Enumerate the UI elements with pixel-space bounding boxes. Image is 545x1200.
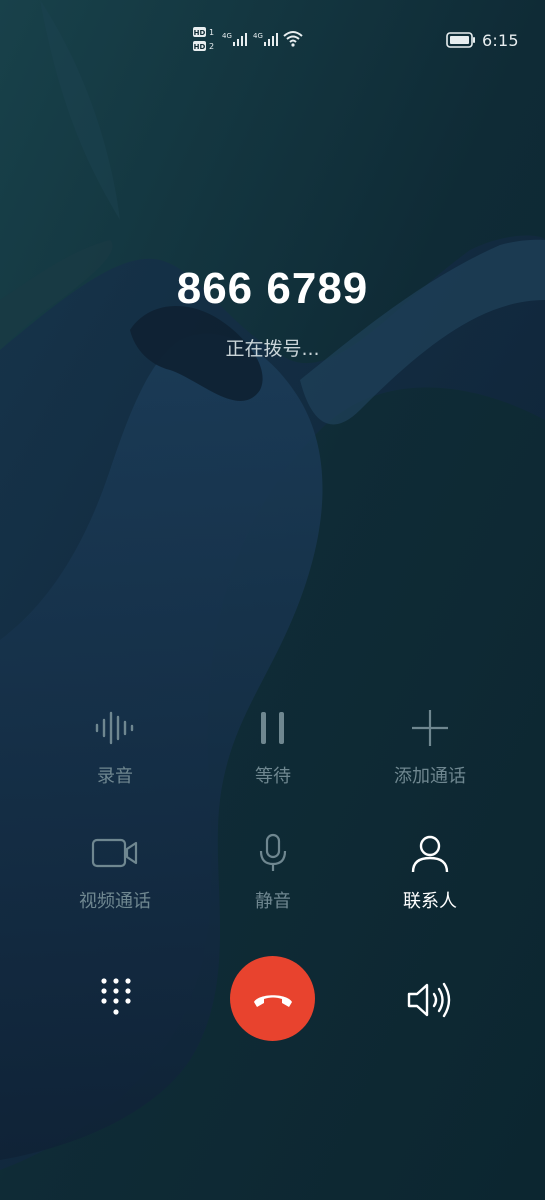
call-status-text: 正在拨号... (225, 338, 320, 360)
contacts-label: 联系人 (403, 891, 457, 912)
speaker-icon (407, 982, 451, 1018)
dialpad-icon (101, 978, 131, 1015)
svg-text:1: 1 (209, 28, 214, 37)
video-camera-icon (85, 831, 145, 875)
video-call-button[interactable]: 视频通话 (35, 831, 195, 921)
mute-button[interactable]: 静音 (193, 831, 353, 921)
dialpad-button[interactable] (96, 976, 136, 1022)
svg-text:4G: 4G (253, 32, 263, 40)
svg-text:HD: HD (194, 43, 206, 51)
waveform-record-icon (85, 706, 145, 750)
speaker-button[interactable] (405, 980, 457, 1020)
svg-text:4G: 4G (222, 32, 232, 40)
plus-icon (400, 706, 460, 750)
hold-button[interactable]: 等待 (193, 706, 353, 796)
video-call-label: 视频通话 (79, 891, 151, 912)
svg-text:2: 2 (209, 42, 214, 51)
microphone-icon (243, 831, 303, 875)
dialed-number: 866 6789 (176, 264, 369, 313)
contacts-button[interactable]: 联系人 (350, 831, 510, 921)
record-button[interactable]: 录音 (35, 706, 195, 796)
network-status-icons: HD HD 1 2 4G 4G (193, 27, 303, 51)
person-icon (400, 831, 460, 875)
end-call-button[interactable] (230, 956, 315, 1041)
battery-icon (446, 30, 476, 50)
status-bar: HD HD 1 2 4G 4G 6:15 (0, 0, 545, 80)
hold-label: 等待 (255, 766, 291, 787)
record-label: 录音 (97, 766, 133, 787)
status-clock: 6:15 (482, 31, 519, 50)
add-call-button[interactable]: 添加通话 (350, 706, 510, 796)
add-call-label: 添加通话 (394, 766, 466, 787)
phone-hangup-icon (253, 994, 292, 1007)
pause-icon (243, 706, 303, 750)
mute-label: 静音 (255, 891, 291, 912)
svg-text:HD: HD (194, 29, 206, 37)
